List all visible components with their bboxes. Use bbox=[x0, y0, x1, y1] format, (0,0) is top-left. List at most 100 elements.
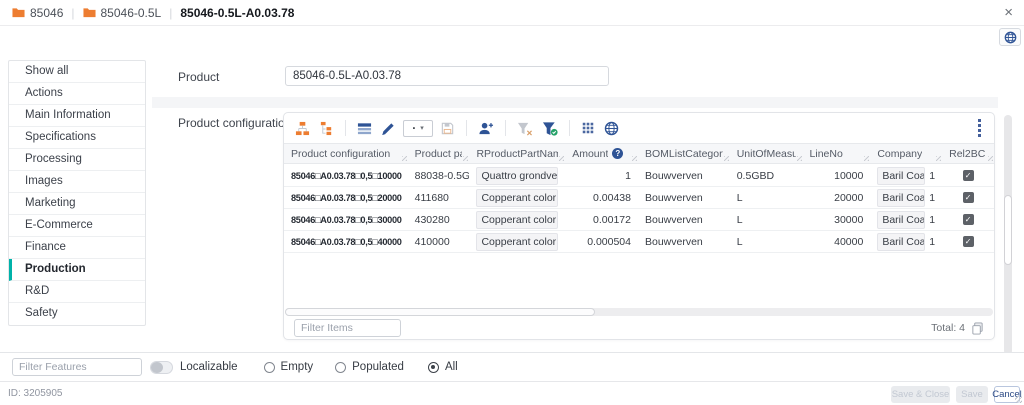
cell-bomlistcategoryrq[interactable]: Bouwverven bbox=[638, 209, 730, 230]
breadcrumb-item[interactable]: 85046-0.5L bbox=[83, 6, 162, 20]
sidebar-item-main-information[interactable]: Main Information bbox=[9, 105, 145, 127]
grid-globe-button[interactable] bbox=[602, 119, 621, 138]
checkbox-checked[interactable]: ✓ bbox=[963, 192, 974, 203]
horizontal-scrollbar[interactable] bbox=[285, 308, 993, 316]
column-header-unitofmeasure[interactable]: UnitOfMeasure bbox=[730, 144, 803, 163]
radio-all[interactable] bbox=[428, 362, 439, 373]
cell-amount[interactable]: 1 bbox=[565, 165, 638, 186]
localizable-toggle[interactable] bbox=[150, 361, 173, 374]
column-header-product-part[interactable]: Product part bbox=[408, 144, 470, 163]
apply-filter-button[interactable] bbox=[540, 119, 560, 138]
cell-company[interactable]: Baril Coatings E1 bbox=[870, 165, 942, 186]
cell-product-part[interactable]: 88038-0.5GBD bbox=[408, 165, 470, 186]
radio-populated[interactable] bbox=[335, 362, 346, 373]
radio-empty[interactable] bbox=[264, 362, 275, 373]
checkbox-checked[interactable]: ✓ bbox=[963, 214, 974, 225]
cell-company[interactable]: Baril Coatings E1 bbox=[870, 231, 942, 252]
table-row[interactable]: 85046□A0.03.78□0,5□30000 430280 Copperan… bbox=[284, 209, 994, 231]
cell-product-configuration[interactable]: 85046□A0.03.78□0,5□30000 bbox=[284, 209, 408, 230]
cell-amount[interactable]: 0.00172 bbox=[565, 209, 638, 230]
cell-product-part[interactable]: 411680 bbox=[408, 187, 470, 208]
resize-grip[interactable] bbox=[1015, 396, 1022, 403]
clear-filter-button[interactable] bbox=[515, 119, 535, 138]
sidebar-item-rd[interactable]: R&D bbox=[9, 281, 145, 303]
cell-unitofmeasure[interactable]: L bbox=[730, 231, 803, 252]
cell-unitofmeasure[interactable]: L bbox=[730, 187, 803, 208]
cell-rproductpartname[interactable]: Copperant color p.mix bbox=[469, 231, 565, 252]
cell-lineno[interactable]: 40000 bbox=[803, 231, 871, 252]
column-header-rproductpartname[interactable]: RProductPartName bbox=[469, 144, 565, 163]
column-header-company[interactable]: Company bbox=[870, 144, 942, 163]
hierarchy-view-button[interactable] bbox=[293, 119, 312, 138]
cell-lineno[interactable]: 30000 bbox=[803, 209, 871, 230]
table-row[interactable]: 85046□A0.03.78□0,5□10000 88038-0.5GBD Qu… bbox=[284, 165, 994, 187]
checkbox-checked[interactable]: ✓ bbox=[963, 170, 974, 181]
cell-company[interactable]: Baril Coatings E1 bbox=[870, 187, 942, 208]
column-header-amount[interactable]: Amount? bbox=[565, 144, 638, 163]
column-header-product-configuration[interactable]: Product configuration bbox=[284, 144, 408, 163]
cell-amount[interactable]: 0.00438 bbox=[565, 187, 638, 208]
sidebar-item-finance[interactable]: Finance bbox=[9, 237, 145, 259]
cell-amount[interactable]: 0.000504 bbox=[565, 231, 638, 252]
cell-bomlistcategoryrq[interactable]: Bouwverven bbox=[638, 187, 730, 208]
cell-product-configuration[interactable]: 85046□A0.03.78□0,5□10000 bbox=[284, 165, 408, 186]
sidebar-item-marketing[interactable]: Marketing bbox=[9, 193, 145, 215]
filter-items-input[interactable] bbox=[294, 319, 401, 337]
cell-lineno[interactable]: 10000 bbox=[803, 165, 871, 186]
cell-unitofmeasure[interactable]: L bbox=[730, 209, 803, 230]
column-header-rel2bc[interactable]: Rel2BC bbox=[942, 144, 994, 163]
copy-pages-icon[interactable] bbox=[971, 322, 984, 335]
sidebar-item-specifications[interactable]: Specifications bbox=[9, 127, 145, 149]
sidebar-item-images[interactable]: Images bbox=[9, 171, 145, 193]
radio-populated-label[interactable]: Populated bbox=[352, 361, 404, 373]
save-grid-button[interactable] bbox=[438, 119, 457, 138]
add-user-button[interactable] bbox=[476, 119, 496, 138]
cell-rel2bc[interactable]: ✓ bbox=[942, 231, 994, 252]
cell-bomlistcategoryrq[interactable]: Bouwverven bbox=[638, 165, 730, 186]
cell-product-part[interactable]: 410000 bbox=[408, 231, 470, 252]
cell-product-configuration[interactable]: 85046□A0.03.78□0,5□20000 bbox=[284, 187, 408, 208]
sidebar-item-processing[interactable]: Processing bbox=[9, 149, 145, 171]
radio-empty-label[interactable]: Empty bbox=[281, 361, 314, 373]
checkbox-checked[interactable]: ✓ bbox=[963, 236, 974, 247]
filter-features-input[interactable] bbox=[12, 358, 142, 376]
column-header-bomlistcategoryrq[interactable]: BOMListCategoryRQ bbox=[638, 144, 730, 163]
cell-bomlistcategoryrq[interactable]: Bouwverven bbox=[638, 231, 730, 252]
cell-unitofmeasure[interactable]: 0.5GBD bbox=[730, 165, 803, 186]
product-input[interactable] bbox=[285, 66, 609, 86]
language-globe-button[interactable] bbox=[999, 28, 1021, 46]
sidebar-item-production[interactable]: Production bbox=[9, 259, 145, 281]
column-header-lineno[interactable]: LineNo bbox=[803, 144, 871, 163]
tree-list-button[interactable] bbox=[317, 119, 336, 138]
vertical-scrollbar-thumb[interactable] bbox=[1004, 195, 1012, 265]
row-style-button[interactable] bbox=[355, 119, 374, 138]
table-row[interactable]: 85046□A0.03.78□0,5□20000 411680 Copperan… bbox=[284, 187, 994, 209]
cell-rproductpartname[interactable]: Copperant color p.r.168 bbox=[469, 187, 565, 208]
cell-rel2bc[interactable]: ✓ bbox=[942, 165, 994, 186]
save-button[interactable]: Save bbox=[956, 386, 988, 403]
vertical-scrollbar[interactable] bbox=[1004, 115, 1012, 355]
cell-rproductpartname[interactable]: Quattro grondverf base p bbox=[469, 165, 565, 186]
table-row[interactable]: 85046□A0.03.78□0,5□40000 410000 Copperan… bbox=[284, 231, 994, 253]
value-dropdown[interactable]: · ▾ bbox=[403, 120, 433, 137]
horizontal-scrollbar-thumb[interactable] bbox=[285, 308, 595, 316]
sidebar-item-show-all[interactable]: Show all bbox=[9, 61, 145, 83]
close-icon[interactable]: × bbox=[1004, 5, 1013, 20]
edit-button[interactable] bbox=[379, 119, 398, 138]
column-chooser-button[interactable] bbox=[579, 119, 597, 137]
breadcrumb-item[interactable]: 85046 bbox=[12, 6, 63, 20]
cell-rproductpartname[interactable]: Copperant color p.b.28 bbox=[469, 209, 565, 230]
cell-product-configuration[interactable]: 85046□A0.03.78□0,5□40000 bbox=[284, 231, 408, 252]
sidebar-item-actions[interactable]: Actions bbox=[9, 83, 145, 105]
kebab-menu-icon[interactable] bbox=[974, 117, 985, 139]
cell-company[interactable]: Baril Coatings E1 bbox=[870, 209, 942, 230]
cell-product-part[interactable]: 430280 bbox=[408, 209, 470, 230]
radio-all-label[interactable]: All bbox=[445, 361, 458, 373]
cell-rel2bc[interactable]: ✓ bbox=[942, 187, 994, 208]
cell-lineno[interactable]: 20000 bbox=[803, 187, 871, 208]
cell-rel2bc[interactable]: ✓ bbox=[942, 209, 994, 230]
save-and-close-button[interactable]: Save & Close bbox=[891, 386, 950, 403]
sidebar-item-ecommerce[interactable]: E-Commerce bbox=[9, 215, 145, 237]
sidebar-item-safety[interactable]: Safety bbox=[9, 303, 145, 325]
info-icon[interactable]: ? bbox=[612, 148, 623, 159]
